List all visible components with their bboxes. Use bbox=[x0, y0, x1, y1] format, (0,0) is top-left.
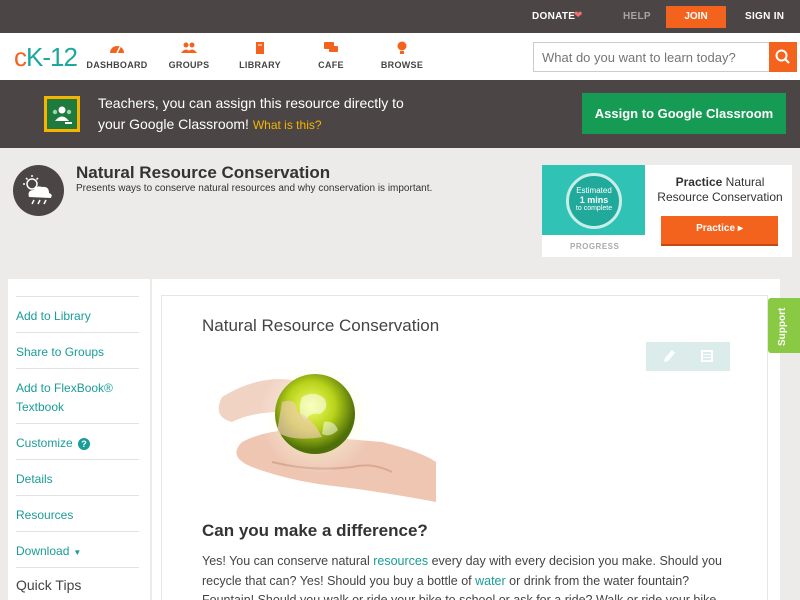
teacher-assign-message: Teachers, you can assign this resource d… bbox=[98, 95, 404, 132]
nav-cafe[interactable]: CAFE bbox=[296, 41, 366, 70]
groups-icon bbox=[181, 42, 197, 53]
resources-term-link[interactable]: resources bbox=[373, 554, 428, 568]
resource-description: Presents ways to conserve natural resour… bbox=[76, 183, 433, 194]
search-input[interactable] bbox=[533, 42, 770, 72]
add-to-flexbook-link[interactable]: Add to FlexBook® Textbook bbox=[16, 368, 139, 417]
ck12-logo[interactable]: cK-12 bbox=[14, 42, 78, 73]
library-icon bbox=[256, 42, 264, 54]
search-button[interactable] bbox=[769, 42, 797, 72]
google-classroom-icon bbox=[44, 96, 80, 132]
progress-circle: Estimated 1 mins to complete bbox=[566, 173, 622, 229]
browse-icon bbox=[397, 41, 407, 54]
customize-link[interactable]: Customize ? bbox=[16, 423, 139, 453]
donate-link[interactable]: DONATE bbox=[532, 11, 575, 22]
pencil-icon[interactable] bbox=[660, 347, 678, 365]
hands-holding-globe-image bbox=[202, 342, 436, 512]
top-bar: DONATE ❤ HELP JOIN SIGN IN bbox=[0, 0, 800, 33]
share-to-groups-link[interactable]: Share to Groups bbox=[16, 332, 139, 362]
nav-dashboard[interactable]: DASHBOARD bbox=[82, 41, 152, 70]
progress-label: PROGRESS bbox=[570, 242, 620, 251]
practice-button[interactable]: Practice ▸ bbox=[661, 216, 778, 244]
annotation-tools bbox=[646, 342, 730, 371]
nav-library[interactable]: LIBRARY bbox=[225, 41, 295, 70]
caret-down-icon: ▼ bbox=[73, 548, 82, 557]
support-tab[interactable]: Support bbox=[768, 298, 800, 353]
what-is-this-link[interactable]: What is this? bbox=[253, 118, 322, 132]
water-term-link[interactable]: water bbox=[475, 574, 506, 588]
quick-tips-heading: Quick Tips bbox=[16, 577, 82, 593]
nav-groups[interactable]: GROUPS bbox=[154, 41, 224, 70]
help-link[interactable]: HELP bbox=[623, 11, 651, 22]
details-link[interactable]: Details bbox=[16, 459, 139, 489]
divider bbox=[16, 567, 139, 568]
assign-google-classroom-button[interactable]: Assign to Google Classroom bbox=[582, 93, 786, 134]
weather-icon bbox=[13, 165, 64, 216]
sign-in-link[interactable]: SIGN IN bbox=[745, 11, 784, 22]
dashboard-icon bbox=[110, 46, 124, 54]
download-link[interactable]: Download ▼ bbox=[16, 531, 139, 562]
cafe-icon bbox=[324, 42, 338, 52]
nav-browse[interactable]: BROWSE bbox=[367, 41, 437, 70]
practice-progress-image: Estimated 1 mins to complete bbox=[542, 165, 645, 235]
notes-icon[interactable] bbox=[698, 347, 716, 365]
resources-link[interactable]: Resources bbox=[16, 495, 139, 525]
resource-title: Natural Resource Conservation bbox=[76, 163, 331, 182]
practice-title: Practice Natural Resource Conservation bbox=[657, 175, 783, 204]
heart-icon: ❤ bbox=[574, 10, 583, 21]
practice-card: Estimated 1 mins to complete PROGRESS Pr… bbox=[542, 165, 792, 257]
help-icon[interactable]: ? bbox=[78, 438, 91, 450]
nav-bar: cK-12 DASHBOARD GROUPS LIBRARY CAFE BROW… bbox=[0, 33, 800, 80]
content-title: Natural Resource Conservation bbox=[202, 316, 440, 335]
search-icon bbox=[775, 49, 790, 64]
join-button[interactable]: JOIN bbox=[666, 6, 726, 28]
content-subheading: Can you make a difference? bbox=[202, 521, 428, 540]
content-paragraph: Yes! You can conserve natural resources … bbox=[202, 554, 722, 600]
chevron-right-icon: ▸ bbox=[737, 223, 743, 234]
add-to-library-link[interactable]: Add to Library bbox=[16, 296, 139, 326]
